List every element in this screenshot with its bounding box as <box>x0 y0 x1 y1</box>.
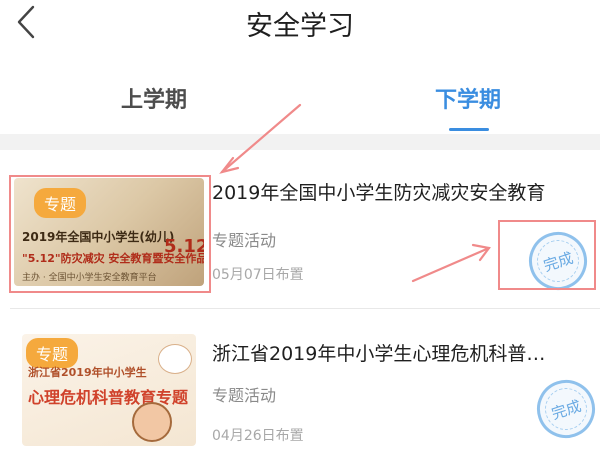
tab-first-semester[interactable]: 上学期 <box>4 82 304 114</box>
header-bar: 安全学习 <box>0 0 600 56</box>
item-title[interactable]: 浙江省2019年中小学生心理危机科普… <box>212 339 545 366</box>
item-type: 专题活动 <box>212 386 277 405</box>
completed-stamp: 完成 <box>529 372 600 446</box>
stamp-highlight-box <box>498 220 596 290</box>
section-divider <box>0 134 600 150</box>
thumbnail-text: 心理危机科普教育专题 <box>28 388 189 407</box>
item-type: 专题活动 <box>212 231 277 250</box>
speech-bubble-icon <box>158 344 192 374</box>
thumbnail-text: 浙江省2019年中小学生 <box>28 366 147 379</box>
list-item[interactable]: 专题 浙江省2019年中小学生 心理危机科普教育专题 浙江省2019年中小学生心… <box>0 310 600 453</box>
thumbnail-highlight-box <box>9 175 211 293</box>
item-date: 04月26日布置 <box>212 428 304 444</box>
page-title: 安全学习 <box>246 11 354 42</box>
list-separator <box>10 308 600 309</box>
tab-second-semester[interactable]: 下学期 <box>318 82 600 114</box>
semester-tabs: 上学期 下学期 <box>0 56 600 134</box>
item-date: 05月07日布置 <box>212 267 304 283</box>
item-title[interactable]: 2019年全国中小学生防灾减灾安全教育 <box>212 178 545 205</box>
item-thumbnail[interactable]: 专题 浙江省2019年中小学生 心理危机科普教育专题 <box>22 334 196 446</box>
student-illustration-icon <box>132 402 172 442</box>
active-tab-indicator <box>449 128 489 131</box>
